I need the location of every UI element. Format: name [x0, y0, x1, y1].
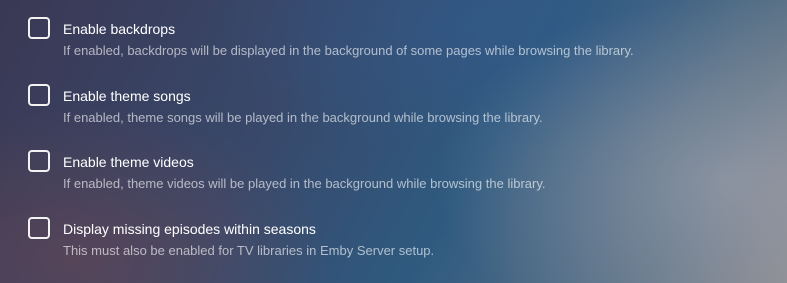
enable-backdrops-description: If enabled, backdrops will be displayed … — [63, 43, 634, 58]
enable-theme-videos-label[interactable]: Enable theme videos — [63, 154, 194, 170]
enable-theme-videos-description: If enabled, theme videos will be played … — [63, 176, 546, 191]
setting-display-missing-episodes[interactable]: Display missing episodes within seasons … — [28, 216, 768, 268]
display-settings-list: Enable backdrops If enabled, backdrops w… — [0, 0, 787, 283]
enable-theme-songs-label[interactable]: Enable theme songs — [63, 88, 191, 104]
enable-theme-songs-description: If enabled, theme songs will be played i… — [63, 110, 543, 125]
enable-backdrops-checkbox[interactable] — [28, 17, 50, 39]
enable-theme-songs-checkbox[interactable] — [28, 84, 50, 106]
setting-enable-backdrops[interactable]: Enable backdrops If enabled, backdrops w… — [28, 16, 768, 68]
display-missing-episodes-label[interactable]: Display missing episodes within seasons — [63, 221, 316, 237]
display-missing-episodes-description: This must also be enabled for TV librari… — [63, 243, 435, 258]
enable-backdrops-label[interactable]: Enable backdrops — [63, 21, 175, 37]
display-missing-episodes-checkbox[interactable] — [28, 217, 50, 239]
enable-theme-videos-checkbox[interactable] — [28, 150, 50, 172]
setting-enable-theme-videos[interactable]: Enable theme videos If enabled, theme vi… — [28, 149, 768, 201]
setting-enable-theme-songs[interactable]: Enable theme songs If enabled, theme son… — [28, 83, 768, 135]
